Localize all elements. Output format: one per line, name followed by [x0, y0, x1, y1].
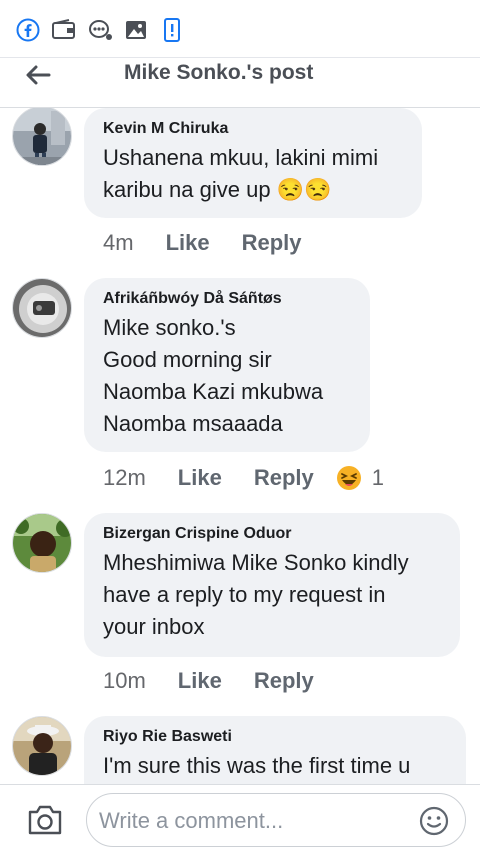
image-icon — [123, 18, 149, 42]
comment-line: Ushanena mkuu, lakini mimi — [103, 145, 379, 170]
reaction-summary[interactable]: 1 — [336, 465, 384, 491]
avatar[interactable] — [12, 108, 72, 166]
comment-line: your inbox — [103, 614, 205, 639]
comment-text: Ushanena mkuu, lakini mimi karibu na giv… — [103, 142, 404, 206]
camera-button[interactable] — [26, 803, 64, 837]
comment-input[interactable]: Write a comment... — [86, 793, 466, 847]
phone-alert-icon — [159, 18, 185, 42]
comment-bubble: Riyo Rie Basweti I'm sure this was the f… — [84, 716, 466, 784]
comment-text: Mike sonko.'s Good morning sir Naomba Ka… — [103, 312, 352, 440]
messenger-bubble-icon — [87, 18, 113, 42]
comment-timestamp: 10m — [103, 668, 146, 693]
avatar[interactable] — [12, 278, 72, 338]
status-bar — [0, 0, 480, 58]
comment-bubble: Kevin M Chiruka Ushanena mkuu, lakini mi… — [84, 108, 422, 218]
like-button[interactable]: Like — [178, 465, 222, 491]
camera-icon — [28, 805, 62, 835]
emoji-smile-icon — [419, 806, 449, 836]
post-header: Mike Sonko.'s post — [0, 58, 480, 108]
back-button[interactable] — [20, 60, 56, 90]
comment-list[interactable]: Kevin M Chiruka Ushanena mkuu, lakini mi… — [0, 108, 480, 784]
comment-line: Naomba Kazi mkubwa — [103, 379, 324, 404]
like-button[interactable]: Like — [166, 230, 210, 256]
emoji-button[interactable] — [419, 806, 449, 836]
comment-line: Naomba msaaada — [103, 411, 283, 436]
page-title: Mike Sonko.'s post — [124, 61, 314, 84]
comment-line: Mike sonko.'s — [103, 315, 236, 340]
comment-actions: 12m Like Reply 1 — [103, 463, 384, 493]
reaction-count: 1 — [371, 465, 384, 490]
comment-author[interactable]: Riyo Rie Basweti — [103, 726, 448, 748]
comment-actions: 4m Like Reply — [103, 228, 302, 258]
comment-timestamp: 4m — [103, 230, 134, 255]
comment-author[interactable]: Afrikáñbwóy Då Sáñtøs — [103, 288, 352, 310]
comment-text: Mheshimiwa Mike Sonko kindly have a repl… — [103, 547, 442, 643]
haha-reaction-icon — [336, 466, 361, 490]
avatar[interactable] — [12, 716, 72, 776]
reply-button[interactable]: Reply — [254, 668, 314, 694]
comment-line: Good morning sir — [103, 347, 272, 372]
comment-author[interactable]: Kevin M Chiruka — [103, 118, 404, 140]
comment-composer: Write a comment... — [0, 784, 480, 854]
like-button[interactable]: Like — [178, 668, 222, 694]
comment-line: Mheshimiwa Mike Sonko kindly — [103, 550, 409, 575]
comment-bubble: Bizergan Crispine Oduor Mheshimiwa Mike … — [84, 513, 460, 657]
comment-line: karibu na give up 😒😒 — [103, 177, 332, 202]
comment-actions: 10m Like Reply — [103, 666, 314, 696]
reply-button[interactable]: Reply — [242, 230, 302, 256]
arrow-left-icon — [26, 65, 51, 85]
wallet-icon — [51, 18, 77, 42]
reply-button[interactable]: Reply — [254, 465, 314, 491]
comment-author[interactable]: Bizergan Crispine Oduor — [103, 523, 442, 545]
avatar[interactable] — [12, 513, 72, 573]
facebook-icon — [15, 18, 41, 42]
comment-line: have a reply to my request in — [103, 582, 386, 607]
comment-timestamp: 12m — [103, 465, 146, 490]
comment-line: I'm sure this was the first time u — [103, 753, 411, 778]
comment-bubble: Afrikáñbwóy Då Sáñtøs Mike sonko.'s Good… — [84, 278, 370, 452]
comment-text: I'm sure this was the first time u — [103, 750, 448, 782]
comment-input-placeholder: Write a comment... — [99, 808, 284, 833]
